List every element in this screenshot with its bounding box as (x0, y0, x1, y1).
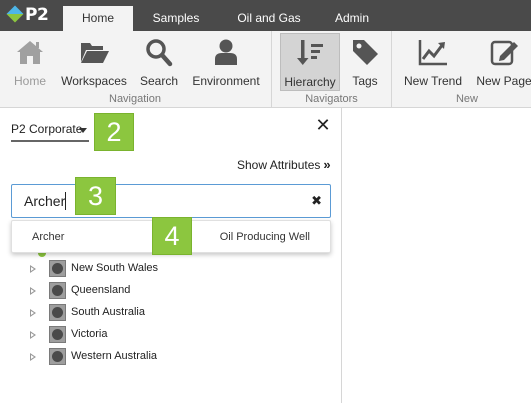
search-button[interactable]: Search (136, 33, 182, 91)
content-area (343, 108, 531, 403)
ribbon: Home Workspaces Search Environment Navig… (0, 31, 531, 108)
double-chevron-right-icon: » (323, 157, 331, 172)
text-cursor (65, 192, 66, 210)
expand-arrow-icon[interactable] (30, 265, 36, 273)
p2-logo[interactable]: P2 (6, 4, 54, 28)
tags-button-label: Tags (352, 74, 378, 88)
region-node-icon (49, 304, 66, 321)
new-page-button[interactable]: New Page (474, 33, 531, 91)
tree-item-label: Western Australia (71, 350, 158, 362)
expand-arrow-icon[interactable] (30, 353, 36, 361)
tags-button[interactable]: Tags (346, 33, 384, 91)
environment-button-label: Environment (192, 74, 260, 88)
environment-button[interactable]: Environment (190, 33, 262, 91)
home-button[interactable]: Home (6, 33, 54, 91)
search-icon (146, 39, 173, 67)
workspaces-button-label: Workspaces (61, 74, 127, 88)
callout-2: 2 (94, 113, 134, 151)
new-trend-button[interactable]: New Trend (402, 33, 464, 91)
tab-oil-and-gas[interactable]: Oil and Gas (226, 6, 312, 31)
close-icon: ✕ (315, 115, 331, 135)
folder-open-icon (81, 43, 109, 63)
tree-item[interactable]: Queensland (30, 281, 280, 301)
suggestion-name: Archer (32, 231, 65, 243)
logo-diamond-icon (6, 5, 24, 23)
tab-admin[interactable]: Admin (322, 6, 382, 31)
chevron-down-icon (79, 128, 87, 133)
hierarchy-sort-icon (297, 40, 323, 65)
callout-3: 3 (75, 177, 116, 215)
expand-arrow-icon[interactable] (30, 331, 36, 339)
selection-indicator (38, 253, 46, 257)
tree-item-label: Queensland (71, 284, 131, 296)
logo-text: P2 (25, 5, 49, 25)
close-panel-button[interactable]: ✕ (315, 115, 331, 135)
search-input[interactable]: Archer ✖ (11, 184, 331, 218)
tree-item[interactable]: South Australia (30, 303, 280, 323)
home-button-label: Home (13, 74, 46, 88)
hierarchy-panel: P2 Corporate ✕ Show Attributes» Archer ✖… (0, 108, 342, 403)
top-tab-bar: P2 Home Samples Oil and Gas Admin (0, 0, 531, 31)
tree-item[interactable]: Victoria (30, 325, 280, 345)
tree-item-label: Victoria (71, 328, 108, 340)
new-page-button-label: New Page (476, 74, 531, 88)
workspaces-button[interactable]: Workspaces (60, 33, 128, 91)
new-trend-button-label: New Trend (403, 74, 463, 88)
edit-page-icon (490, 40, 518, 66)
user-icon (215, 39, 237, 65)
hierarchy-button[interactable]: Hierarchy (280, 33, 340, 91)
tree-item-label: South Australia (71, 306, 145, 318)
tree-item[interactable]: Western Australia (30, 347, 280, 367)
clear-search-icon[interactable]: ✖ (311, 193, 322, 209)
callout-4: 4 (152, 217, 192, 255)
tab-home[interactable]: Home (63, 6, 133, 31)
home-icon (17, 41, 43, 64)
suggestion-type: Oil Producing Well (219, 231, 310, 243)
trend-chart-icon (418, 40, 447, 66)
tree-item[interactable]: New South Wales (30, 259, 280, 279)
model-select[interactable]: P2 Corporate (11, 120, 89, 142)
region-node-icon (49, 348, 66, 365)
model-select-value: P2 Corporate (11, 122, 83, 136)
navigators-group-label: Navigators (305, 93, 358, 105)
hierarchy-button-label: Hierarchy (284, 75, 336, 89)
search-button-label: Search (139, 74, 179, 88)
navigation-group-label: Navigation (109, 93, 161, 105)
tab-samples[interactable]: Samples (141, 6, 211, 31)
tag-icon (353, 40, 378, 65)
show-attributes-link[interactable]: Show Attributes» (237, 157, 331, 172)
region-node-icon (49, 282, 66, 299)
region-node-icon (49, 260, 66, 277)
region-node-icon (49, 326, 66, 343)
tree-item-label: New South Wales (71, 262, 159, 274)
show-attributes-label: Show Attributes (237, 158, 321, 172)
new-group-label: New (455, 93, 478, 105)
expand-arrow-icon[interactable] (30, 287, 36, 295)
search-input-value: Archer (24, 193, 66, 209)
expand-arrow-icon[interactable] (30, 309, 36, 317)
